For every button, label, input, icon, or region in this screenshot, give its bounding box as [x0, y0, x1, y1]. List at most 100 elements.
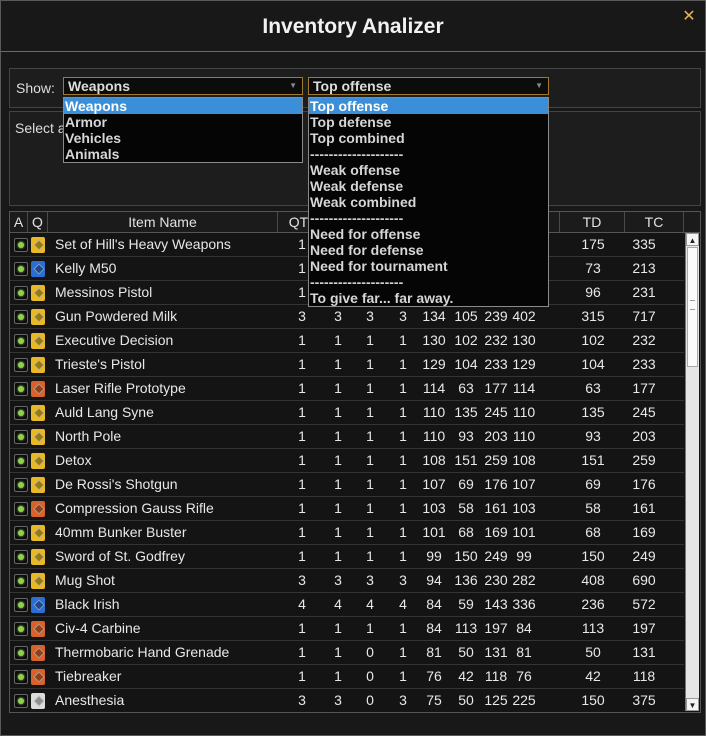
column-header[interactable]: TC: [625, 212, 684, 232]
quality-gem-icon: [31, 669, 45, 685]
active-checkbox[interactable]: [14, 550, 28, 564]
cell-qt: 1: [298, 644, 306, 660]
table-row[interactable]: Auld Lang Syne 1 1 1 1 110 135 245 110 135 245: [10, 401, 684, 425]
table-row[interactable]: Gun Powdered Milk 3 3 3 3 134 105 239 402 315 717: [10, 305, 684, 329]
table-row[interactable]: Anesthesia 3 3 0 3 75 50 125 225 150 375: [10, 689, 684, 711]
chevron-down-icon: ▼: [289, 81, 297, 90]
table-row[interactable]: Compression Gauss Rifle 1 1 1 1 103 58 161 103 58…: [10, 497, 684, 521]
active-checkbox[interactable]: [14, 670, 28, 684]
item-name: De Rossi's Shotgun: [55, 476, 178, 492]
scroll-thumb[interactable]: [687, 247, 698, 367]
dropdown-option[interactable]: To give far... far away.: [309, 290, 548, 306]
dropdown-option[interactable]: Animals: [64, 146, 302, 162]
table-row[interactable]: Sword of St. Godfrey 1 1 1 1 99 150 249 99 150 249: [10, 545, 684, 569]
cell-td: 58: [585, 500, 601, 516]
close-icon[interactable]: ✕: [681, 9, 697, 25]
cell-qt: 1: [298, 380, 306, 396]
active-checkbox[interactable]: [14, 382, 28, 396]
active-checkbox[interactable]: [14, 358, 28, 372]
active-checkbox[interactable]: [14, 526, 28, 540]
cell-to: 81: [516, 644, 532, 660]
category-select[interactable]: Weapons ▼: [63, 77, 303, 95]
column-header[interactable]: TD: [560, 212, 625, 232]
cell-td: 113: [581, 620, 605, 636]
window-title: Inventory Analizer: [262, 15, 444, 38]
vertical-scrollbar[interactable]: ▲ ▼: [685, 233, 699, 711]
cell-tc: 259: [632, 452, 656, 468]
cell-qt: 1: [298, 356, 306, 372]
dropdown-option[interactable]: Need for offense: [309, 226, 548, 242]
cell-to: 130: [512, 332, 536, 348]
active-checkbox[interactable]: [14, 694, 28, 708]
cell-td: 151: [581, 452, 605, 468]
active-checkbox[interactable]: [14, 262, 28, 276]
category-select-value: Weapons: [68, 78, 130, 94]
column-header[interactable]: A: [10, 212, 28, 232]
dropdown-option[interactable]: Weapons: [64, 98, 302, 114]
dropdown-option[interactable]: Top defense: [309, 114, 548, 130]
dropdown-option[interactable]: Need for tournament: [309, 258, 548, 274]
table-row[interactable]: De Rossi's Shotgun 1 1 1 1 107 69 176 107 69 176: [10, 473, 684, 497]
show-label: Show:: [16, 80, 55, 96]
active-checkbox[interactable]: [14, 454, 28, 468]
item-name: Anesthesia: [55, 692, 125, 708]
table-row[interactable]: Trieste's Pistol 1 1 1 1 129 104 233 129 104 233: [10, 353, 684, 377]
dropdown-option[interactable]: Need for defense: [309, 242, 548, 258]
active-checkbox[interactable]: [14, 334, 28, 348]
title-divider: [1, 51, 706, 52]
active-checkbox[interactable]: [14, 598, 28, 612]
table-row[interactable]: Tiebreaker 1 1 0 1 76 42 118 76 42 118: [10, 665, 684, 689]
quality-gem-icon: [31, 549, 45, 565]
chevron-down-icon: ▼: [535, 81, 543, 90]
table-row[interactable]: Mug Shot 3 3 3 3 94 136 230 282 408 690: [10, 569, 684, 593]
cell-td: 93: [585, 428, 601, 444]
scroll-down-arrow-icon[interactable]: ▼: [686, 698, 699, 711]
column-header[interactable]: Q: [28, 212, 48, 232]
cell-tc: 233: [632, 356, 656, 372]
table-row[interactable]: Thermobaric Hand Grenade 1 1 0 1 81 50 131 81 50 1…: [10, 641, 684, 665]
cell-to: 103: [512, 500, 536, 516]
dropdown-option[interactable]: Top combined: [309, 130, 548, 146]
cell-td: 150: [581, 692, 605, 708]
cell-to: 107: [512, 476, 536, 492]
dropdown-option[interactable]: Top offense: [309, 98, 548, 114]
active-checkbox[interactable]: [14, 502, 28, 516]
quality-gem-icon: [31, 693, 45, 709]
active-checkbox[interactable]: [14, 238, 28, 252]
active-checkbox[interactable]: [14, 430, 28, 444]
cell-tc: 169: [632, 524, 656, 540]
item-name: Tiebreaker: [55, 668, 122, 684]
table-row[interactable]: 40mm Bunker Buster 1 1 1 1 101 68 169 101 68 169: [10, 521, 684, 545]
quality-gem-icon: [31, 453, 45, 469]
scroll-up-arrow-icon[interactable]: ▲: [686, 233, 699, 246]
cell-to: 282: [512, 572, 536, 588]
column-header[interactable]: Item Name: [48, 212, 278, 232]
cell-tc: 231: [632, 284, 656, 300]
cell-qt: 3: [298, 692, 306, 708]
active-checkbox[interactable]: [14, 646, 28, 660]
active-checkbox[interactable]: [14, 622, 28, 636]
dropdown-option[interactable]: Armor: [64, 114, 302, 130]
table-row[interactable]: Civ-4 Carbine 1 1 1 1 84 113 197 84 113 197: [10, 617, 684, 641]
active-checkbox[interactable]: [14, 406, 28, 420]
item-name: Set of Hill's Heavy Weapons: [55, 236, 231, 252]
active-checkbox[interactable]: [14, 286, 28, 300]
cell-td: 236: [581, 596, 605, 612]
table-row[interactable]: Detox 1 1 1 1 108 151 259 108 151 259: [10, 449, 684, 473]
active-checkbox[interactable]: [14, 310, 28, 324]
dropdown-option[interactable]: Weak defense: [309, 178, 548, 194]
cell-qt: 1: [298, 404, 306, 420]
dropdown-option[interactable]: Vehicles: [64, 130, 302, 146]
active-checkbox[interactable]: [14, 574, 28, 588]
table-row[interactable]: Laser Rifle Prototype 1 1 1 1 114 63 177 114 63 17…: [10, 377, 684, 401]
mode-select[interactable]: Top offense ▼: [308, 77, 549, 95]
cell-to: 402: [512, 308, 536, 324]
table-row[interactable]: Black Irish 4 4 4 4 84 59 143 336 236 572: [10, 593, 684, 617]
dropdown-option[interactable]: Weak combined: [309, 194, 548, 210]
table-row[interactable]: North Pole 1 1 1 1 110 93 203 110 93 203: [10, 425, 684, 449]
table-row[interactable]: Executive Decision 1 1 1 1 130 102 232 130 102 232: [10, 329, 684, 353]
dropdown-option[interactable]: Weak offense: [309, 162, 548, 178]
quality-gem-icon: [31, 597, 45, 613]
active-checkbox[interactable]: [14, 478, 28, 492]
mode-select-value: Top offense: [313, 78, 392, 94]
